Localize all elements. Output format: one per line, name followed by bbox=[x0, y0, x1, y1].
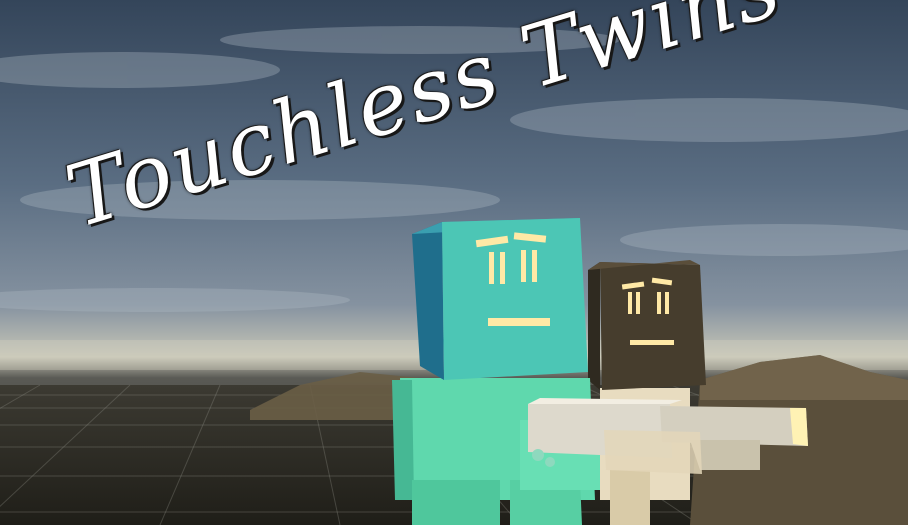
game-scene: Touchless Twins bbox=[0, 0, 908, 525]
dark-twin-character bbox=[588, 260, 706, 525]
dark-twin-head-side bbox=[588, 262, 600, 390]
dark-twin-arm bbox=[604, 430, 702, 474]
grip-bolt-icon bbox=[545, 457, 555, 467]
cyan-twin-torso-side bbox=[392, 380, 414, 500]
cyan-twin-head bbox=[442, 218, 588, 380]
grip-bolt-icon bbox=[532, 449, 544, 461]
rifle-muzzle-glow bbox=[790, 408, 808, 446]
cyan-twin-leg-left bbox=[412, 480, 500, 525]
dark-twin-leg bbox=[610, 470, 650, 525]
